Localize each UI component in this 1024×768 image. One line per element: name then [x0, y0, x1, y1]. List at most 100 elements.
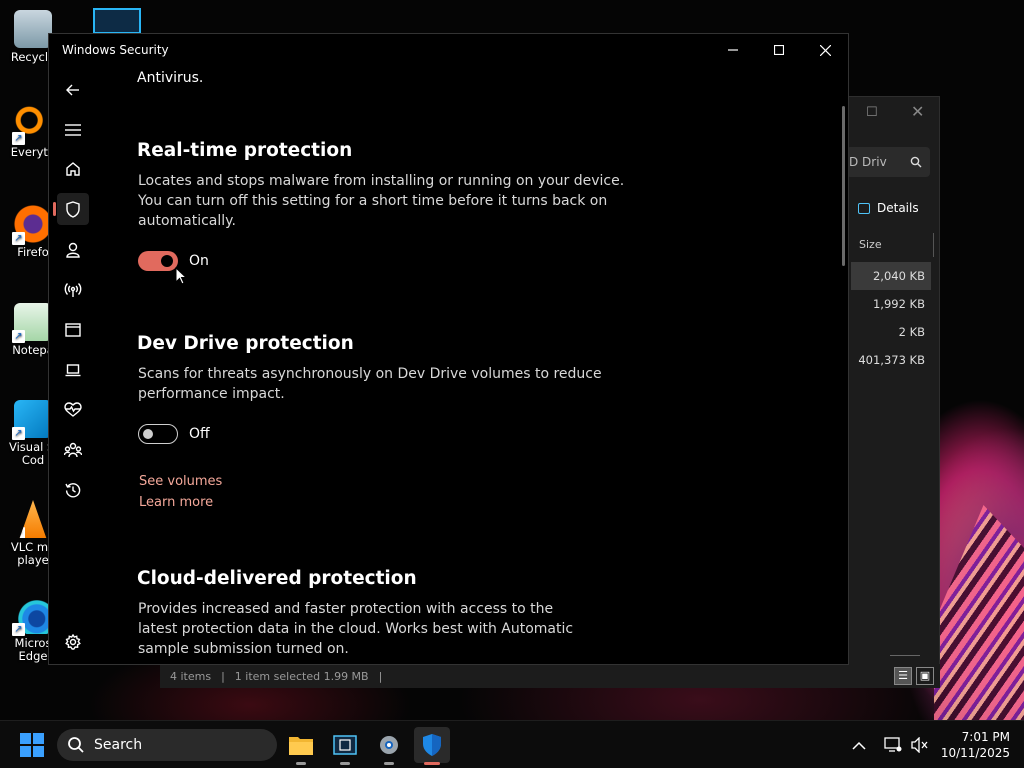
title-bar[interactable]: Windows Security: [49, 34, 848, 66]
nav-firewall-network[interactable]: [57, 274, 89, 306]
devdrive-protection-description: Scans for threats asynchronously on Dev …: [138, 366, 602, 402]
film-strip-icon: [333, 735, 357, 755]
devdrive-protection-toggle-row: Off: [138, 424, 210, 444]
toggle-knob: [161, 255, 173, 267]
running-indicator: [424, 762, 440, 765]
realtime-protection-toggle-row: On: [138, 251, 209, 271]
system-clock[interactable]: 7:01 PM 10/11/2025: [938, 729, 1010, 761]
nav-family-options[interactable]: [57, 434, 89, 466]
divider: [890, 655, 920, 656]
menu-button[interactable]: [57, 114, 89, 146]
shield-icon: [66, 200, 80, 218]
taskbar-file-explorer[interactable]: [283, 727, 319, 765]
scrollbar-thumb[interactable]: [842, 106, 845, 266]
antivirus-text-fragment: Antivirus.: [137, 70, 204, 86]
shortcut-arrow-icon: ↗: [19, 527, 25, 538]
mouse-cursor-icon: [175, 267, 187, 285]
close-button[interactable]: [802, 34, 848, 66]
shortcut-arrow-icon: ↗: [12, 232, 25, 245]
film-strip-icon[interactable]: [93, 8, 141, 34]
settings-content: Antivirus. Real-time protection Locates …: [137, 70, 837, 666]
nav-settings[interactable]: [57, 626, 89, 658]
devdrive-protection-heading: Dev Drive protection: [137, 333, 354, 354]
gear-icon: [65, 634, 81, 650]
settings-gear-icon: [380, 736, 398, 754]
cloud-protection-description: Provides increased and faster protection…: [138, 601, 574, 657]
nav-device-performance-health[interactable]: [57, 394, 89, 426]
shortcut-arrow-icon: ↗: [12, 330, 25, 343]
taskbar-media-app[interactable]: [327, 727, 363, 765]
explorer-search-box[interactable]: D Driv: [846, 147, 930, 177]
maximize-icon[interactable]: ☐: [866, 105, 878, 120]
list-view-icon[interactable]: ☰: [894, 667, 912, 685]
nav-home[interactable]: [57, 153, 89, 185]
explorer-status-bar: 4 items | 1 item selected 1.99 MB | ☰ ▣: [160, 664, 940, 688]
realtime-protection-toggle[interactable]: [138, 251, 178, 271]
recycle-bin-icon: [14, 10, 52, 48]
cloud-protection-heading: Cloud-delivered protection: [137, 568, 417, 589]
volume-status[interactable]: [911, 721, 929, 768]
show-hidden-icons[interactable]: [852, 721, 866, 768]
file-size-cell[interactable]: 1,992 KB: [851, 290, 931, 318]
devdrive-protection-state: Off: [189, 426, 210, 442]
see-volumes-link[interactable]: See volumes: [139, 474, 222, 489]
learn-more-link[interactable]: Learn more: [139, 495, 213, 510]
explorer-search-text: D Driv: [849, 155, 887, 169]
window-title: Windows Security: [62, 43, 169, 57]
history-icon: [65, 483, 81, 498]
taskbar-settings[interactable]: [371, 727, 407, 765]
nav-virus-protection[interactable]: [53, 193, 89, 225]
notepad-icon: ↗: [12, 303, 52, 343]
speaker-muted-icon: [911, 737, 928, 753]
everything-icon: ↗: [12, 105, 52, 145]
minimize-icon: [728, 49, 738, 51]
person-icon: [66, 242, 80, 258]
taskbar-search-placeholder: Search: [94, 737, 143, 753]
back-arrow-icon: [66, 84, 79, 96]
maximize-button[interactable]: [756, 34, 802, 66]
nav-app-browser-control[interactable]: [57, 314, 89, 346]
shortcut-arrow-icon: ↗: [12, 427, 25, 440]
details-pane-icon: [858, 202, 870, 214]
size-column-values: 2,040 KB 1,992 KB 2 KB 401,373 KB: [851, 262, 931, 374]
file-size-cell[interactable]: 401,373 KB: [851, 346, 931, 374]
firefox-icon: ↗: [12, 205, 52, 245]
wireless-signal-icon: [64, 283, 82, 297]
chevron-up-icon: [852, 741, 866, 750]
family-icon: [64, 442, 82, 458]
clock-date: 10/11/2025: [940, 746, 1010, 760]
close-icon: [819, 44, 831, 56]
windows-security-window: Windows Security Antivirus. Real-time pr…: [48, 33, 849, 665]
file-size-cell[interactable]: 2,040 KB: [851, 262, 931, 290]
taskbar-search-box[interactable]: Search: [57, 729, 277, 761]
devdrive-protection-toggle[interactable]: [138, 424, 178, 444]
file-size-cell[interactable]: 2 KB: [851, 318, 931, 346]
network-icon: [884, 737, 902, 752]
browser-window-icon: [65, 323, 81, 337]
running-indicator: [296, 762, 306, 765]
vlc-icon: ↗: [19, 500, 47, 538]
toggle-knob: [143, 429, 153, 439]
size-column-header[interactable]: Size: [854, 233, 934, 257]
security-shield-icon: [423, 734, 441, 756]
minimize-button[interactable]: [710, 34, 756, 66]
details-button[interactable]: Details: [858, 201, 919, 215]
heart-pulse-icon: [64, 402, 82, 417]
folder-icon: [289, 737, 313, 755]
realtime-protection-description: Locates and stops malware from installin…: [138, 173, 625, 229]
nav-protection-history[interactable]: [57, 474, 89, 506]
back-button[interactable]: [57, 74, 89, 106]
windows-start-icon[interactable]: [20, 733, 44, 757]
item-count: 4 items: [170, 669, 212, 683]
nav-device-security[interactable]: [57, 354, 89, 386]
edge-icon: ↗: [12, 596, 52, 636]
taskbar-windows-security[interactable]: [414, 727, 450, 765]
tiles-view-icon[interactable]: ▣: [916, 667, 934, 685]
close-icon[interactable]: ✕: [911, 102, 924, 121]
selection-info: 1 item selected 1.99 MB: [234, 669, 369, 683]
home-icon: [66, 162, 80, 176]
network-status[interactable]: [884, 721, 902, 768]
status-separator: |: [221, 669, 225, 683]
details-label: Details: [877, 201, 919, 215]
nav-account-protection[interactable]: [57, 234, 89, 266]
